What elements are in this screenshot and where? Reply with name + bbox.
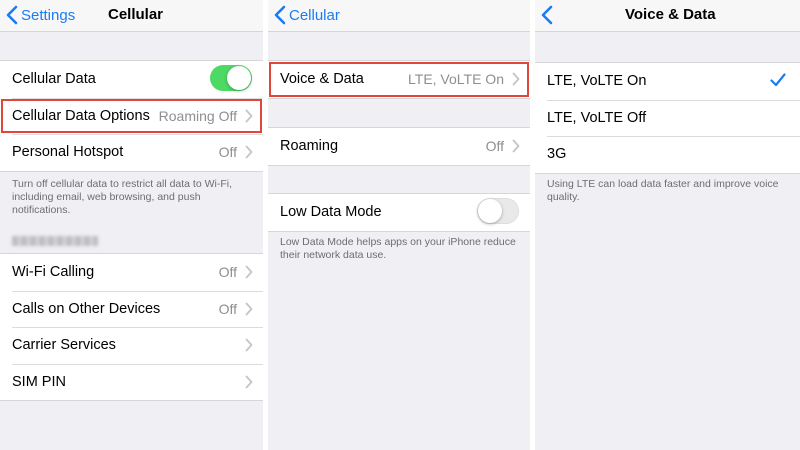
nav-bar: Voice & Data [535, 0, 800, 32]
chevron-right-icon [512, 72, 520, 86]
row-label: Cellular Data [12, 71, 96, 88]
row-label: Voice & Data [280, 71, 364, 88]
back-label: Cellular [289, 6, 340, 24]
carrier-group: Wi-Fi Calling Off Calls on Other Devices… [0, 253, 263, 401]
chevron-left-icon [6, 5, 18, 25]
page-title: Cellular [108, 6, 164, 23]
voice-data-options-group: LTE, VoLTE On LTE, VoLTE Off 3G [535, 62, 800, 174]
nav-bar: Cellular [268, 0, 530, 32]
roaming-row[interactable]: Roaming Off [268, 128, 530, 165]
page-title: Voice & Data [625, 6, 716, 23]
back-button[interactable]: Cellular [274, 4, 340, 26]
cellular-panel: Settings Cellular Cellular Data Cellular… [0, 0, 263, 450]
row-value: Roaming Off [158, 107, 237, 124]
toggle-knob [227, 66, 251, 90]
row-value: Off [485, 138, 504, 155]
voice-data-group: Voice & Data LTE, VoLTE On [268, 60, 530, 99]
row-label: Cellular Data Options [12, 107, 150, 124]
back-label: Settings [21, 6, 76, 24]
chevron-right-icon [245, 302, 253, 315]
row-label: 3G [547, 146, 567, 163]
row-label: Personal Hotspot [12, 144, 124, 161]
back-button[interactable] [541, 4, 556, 26]
chevron-left-icon [541, 5, 553, 25]
low-data-mode-row: Low Data Mode [268, 194, 530, 231]
personal-hotspot-row[interactable]: Personal Hotspot Off [0, 134, 263, 171]
cellular-data-options-panel: Cellular Voice & Data LTE, VoLTE On Roam… [268, 0, 530, 450]
row-value: Off [218, 300, 237, 317]
row-value: Off [218, 144, 237, 161]
row-label: SIM PIN [12, 373, 66, 390]
row-label: Calls on Other Devices [12, 300, 161, 317]
option-3g[interactable]: 3G [535, 136, 800, 173]
sim-pin-row[interactable]: SIM PIN [0, 363, 263, 401]
chevron-left-icon [274, 5, 286, 25]
chevron-right-icon [245, 265, 253, 279]
low-data-group: Low Data Mode [268, 193, 530, 232]
low-data-footnote: Low Data Mode helps apps on your iPhone … [280, 236, 516, 261]
option-lte-volte-off[interactable]: LTE, VoLTE Off [535, 99, 800, 137]
toggle-knob [478, 199, 502, 223]
calls-other-devices-row[interactable]: Calls on Other Devices Off [0, 290, 263, 328]
voice-data-panel: Voice & Data LTE, VoLTE On LTE, VoLTE Of… [535, 0, 800, 450]
row-label: LTE, VoLTE On [547, 73, 647, 90]
row-label: Roaming [280, 138, 339, 155]
cellular-data-row: Cellular Data [0, 61, 263, 98]
chevron-right-icon [245, 145, 253, 159]
chevron-right-icon [245, 375, 253, 388]
voice-data-footnote: Using LTE can load data faster and impro… [547, 178, 779, 203]
cellular-data-toggle[interactable] [210, 65, 252, 91]
back-button[interactable]: Settings [6, 4, 75, 26]
nav-bar: Settings Cellular [0, 0, 263, 32]
checkmark-icon [770, 73, 786, 87]
row-label: LTE, VoLTE Off [547, 109, 647, 126]
row-value: LTE, VoLTE On [408, 71, 504, 88]
chevron-right-icon [512, 139, 520, 153]
option-lte-volte-on[interactable]: LTE, VoLTE On [535, 63, 800, 100]
row-label: Low Data Mode [280, 204, 382, 221]
blurred-carrier-label [12, 236, 98, 246]
roaming-group: Roaming Off [268, 127, 530, 166]
row-label: Wi-Fi Calling [12, 264, 95, 281]
row-value: Off [218, 264, 237, 281]
chevron-right-icon [245, 109, 253, 122]
carrier-services-row[interactable]: Carrier Services [0, 327, 263, 364]
wifi-calling-row[interactable]: Wi-Fi Calling Off [0, 254, 263, 291]
chevron-right-icon [245, 338, 253, 352]
row-label: Carrier Services [12, 337, 116, 354]
cellular-data-footnote: Turn off cellular data to restrict all d… [12, 178, 232, 216]
voice-data-row[interactable]: Voice & Data LTE, VoLTE On [268, 61, 530, 98]
low-data-mode-toggle[interactable] [477, 198, 519, 224]
cellular-data-options-row[interactable]: Cellular Data Options Roaming Off [0, 97, 263, 135]
cellular-data-group: Cellular Data Cellular Data Options Roam… [0, 60, 263, 172]
